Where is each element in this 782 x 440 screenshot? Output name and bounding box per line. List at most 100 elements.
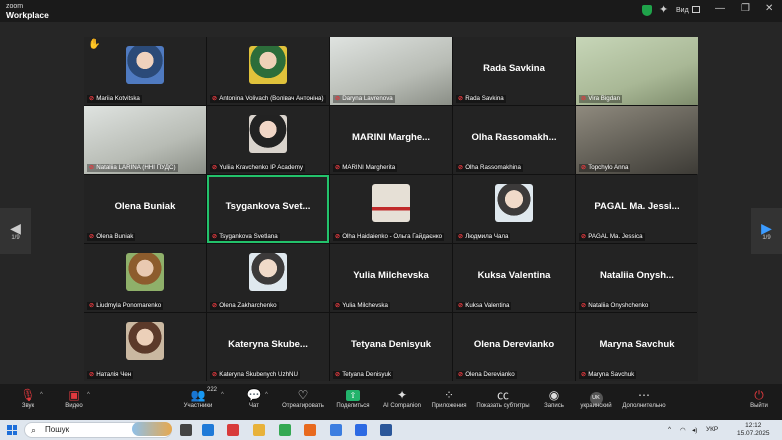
participant-tile[interactable]: ⊘ Daryna Lavrenova — [330, 37, 452, 105]
chat-button[interactable]: 💬 Чат — [245, 388, 263, 409]
participant-tile[interactable]: Maryna Savchuk ⊘ Maryna Savchuk — [576, 313, 698, 381]
word-app-icon[interactable] — [380, 424, 392, 436]
participant-tile[interactable]: ⊘ Людмила Чала — [453, 175, 575, 243]
chat-caret[interactable]: ^ — [265, 392, 268, 398]
ai-sparkle-icon[interactable]: ✦ — [659, 3, 668, 16]
captions-button[interactable]: ㏄ Показать субтитры — [474, 388, 532, 409]
next-page-button[interactable]: ▶ 1/9 — [751, 208, 782, 254]
audio-button[interactable]: 🎙 Звук — [16, 388, 40, 409]
windows-start-icon[interactable] — [7, 425, 17, 435]
participant-tile[interactable]: ⊘ Наталія Чен — [84, 313, 206, 381]
participant-tile[interactable]: PAGAL Ma. Jessi... ⊘ PAGAL Ma. Jessica — [576, 175, 698, 243]
participant-tile[interactable]: Olena Derevianko ⊘ Olena Derevianko — [453, 313, 575, 381]
muted-mic-icon: ⊘ — [458, 233, 464, 240]
ai-companion-button[interactable]: ✦ AI Companion — [380, 388, 424, 409]
react-button[interactable]: ♡ Отреагировать — [280, 388, 326, 409]
participant-tile[interactable]: MARINI Marghe... ⊘ MARINI Margherita — [330, 106, 452, 174]
muted-mic-icon: ⊘ — [581, 233, 587, 240]
participant-tile[interactable]: Olha Rassomakh... ⊘ Olha Rassomakhina — [453, 106, 575, 174]
participant-name: PAGAL Ma. Jessica — [588, 233, 643, 240]
language-button[interactable]: UK украинский — [575, 388, 617, 409]
apps-button[interactable]: ⁘ Приложения — [429, 388, 469, 409]
participant-display-name: Tetyana Denisyuk — [350, 339, 432, 350]
more-button[interactable]: ⋯ Дополнительно — [619, 388, 669, 409]
previous-page-button[interactable]: ◀ 1/9 — [0, 208, 31, 254]
participant-tile[interactable]: Nataliia Onysh... ⊘ Nataliia Onyshchenko — [576, 244, 698, 312]
participant-name: Antonina Volivach (Волівач Антоніна) — [219, 95, 324, 102]
participant-name-tag: ⊘ Kuksa Valentina — [456, 302, 512, 310]
participant-tile[interactable]: Kateryna Skube... ⊘ Kateryna Skubenych Uzh… — [207, 313, 329, 381]
participant-name-tag: ⊘ Tetyana Denisyuk — [333, 371, 394, 379]
participant-tile[interactable]: ⊘ Olena Zakharchenko — [207, 244, 329, 312]
participant-display-name: Kateryna Skube... — [228, 339, 308, 350]
leave-button[interactable]: ⏻ Выйти — [745, 388, 773, 409]
participant-name: Topchylo Anna — [588, 164, 629, 171]
muted-mic-icon: ⊘ — [458, 164, 464, 171]
participant-tile[interactable]: Tsygankova Svet... ⊘ Tsygankova Svetlana — [207, 175, 329, 243]
participant-display-name: Tsygankova Svet... — [225, 201, 311, 212]
participant-name: Наталія Чен — [96, 371, 132, 378]
close-button[interactable]: ✕ — [765, 3, 773, 14]
share-arrow-icon: ⇧ — [346, 390, 360, 401]
participant-tile[interactable]: ⊘ Yuliia Kravchenko IP Academy — [207, 106, 329, 174]
view-button[interactable]: Вид — [676, 6, 700, 14]
video-button[interactable]: ▣ Видео — [62, 388, 86, 409]
participant-tile[interactable]: ⊘ Nataliia LARINA (ННІ ПУДС) — [84, 106, 206, 174]
participant-tile[interactable]: ⊘ Topchylo Anna — [576, 106, 698, 174]
antivirus-icon[interactable] — [227, 424, 239, 436]
participant-name: Nataliia Onyshchenko — [588, 302, 649, 309]
participant-tile[interactable]: ⊘ Antonina Volivach (Волівач Антоніна) — [207, 37, 329, 105]
muted-mic-icon: ⊘ — [335, 164, 341, 171]
participant-name-tag: ⊘ Людмила Чала — [456, 233, 511, 241]
zoom-logo: zoom Workplace — [6, 3, 49, 20]
participant-tile[interactable]: Yulia Milchevska ⊘ Yulia Milchevska — [330, 244, 452, 312]
share-button[interactable]: ⇧ Поделиться — [334, 388, 372, 409]
participant-tile[interactable]: Kuksa Valentina ⊘ Kuksa Valentina — [453, 244, 575, 312]
zoom-workplace-icon[interactable] — [355, 424, 367, 436]
participants-caret[interactable]: ^ — [221, 392, 224, 398]
firefox-browser-icon[interactable] — [304, 424, 316, 436]
muted-mic-icon: ⊘ — [335, 302, 341, 309]
participant-name-tag: ⊘ Olha Haidaienko - Ольга Гайдаєнко — [333, 233, 445, 241]
participant-name-tag: ⊘ Olena Zakharchenko — [210, 302, 279, 310]
participant-name-tag: ⊘ Kateryna Skubenych UzhNU — [210, 371, 300, 379]
encryption-shield-icon[interactable] — [642, 5, 652, 16]
audio-options-caret[interactable]: ^ — [40, 392, 43, 398]
file-explorer-icon[interactable] — [253, 424, 265, 436]
task-view-icon[interactable] — [180, 424, 192, 436]
participant-tile[interactable]: Rada Savkina ⊘ Rada Savkina — [453, 37, 575, 105]
participant-tile[interactable]: ⊘ Liudmyla Ponomarenko — [84, 244, 206, 312]
participant-name: Kuksa Valentina — [465, 302, 510, 309]
participant-name: Vira Bigdan — [588, 95, 621, 102]
participant-name-tag: ⊘ Vira Bigdan — [579, 95, 623, 103]
video-options-caret[interactable]: ^ — [87, 392, 90, 398]
participant-name: Mariia Kotvitska — [96, 95, 140, 102]
chrome-browser-icon[interactable] — [279, 424, 291, 436]
more-dots-icon: ⋯ — [638, 388, 650, 402]
gallery-view: ✋ ⊘ Mariia Kotvitska ⊘ Antonina Volivach (Во… — [84, 37, 698, 381]
network-icon[interactable]: ◠ — [680, 426, 686, 434]
participant-name: Rada Savkina — [465, 95, 504, 102]
participant-tile[interactable]: ✋ ⊘ Mariia Kotvitska — [84, 37, 206, 105]
keyboard-language[interactable]: УКР — [706, 426, 718, 433]
maximize-button[interactable]: ❐ — [741, 3, 750, 14]
minimize-button[interactable]: — — [715, 3, 725, 14]
zoom-app-icon[interactable] — [330, 424, 342, 436]
apps-icon: ⁘ — [443, 388, 455, 402]
participant-tile[interactable]: ⊘ Olha Haidaienko - Ольга Гайдаєнко — [330, 175, 452, 243]
participant-tile[interactable]: Tetyana Denisyuk ⊘ Tetyana Denisyuk — [330, 313, 452, 381]
volume-icon[interactable]: ◂) — [692, 426, 697, 434]
record-button[interactable]: ◉ Запись — [540, 388, 568, 409]
participant-avatar — [249, 46, 287, 84]
participant-display-name: Maryna Savchuk — [599, 339, 675, 350]
participant-display-name: Yulia Milchevska — [353, 270, 429, 281]
tray-up-arrow-icon[interactable]: ^ — [668, 426, 671, 433]
participant-tile[interactable]: ⊘ Vira Bigdan — [576, 37, 698, 105]
participant-name-tag: ⊘ MARINI Margherita — [333, 164, 398, 172]
participant-name: Daryna Lavrenova — [342, 95, 393, 102]
participant-tile[interactable]: Olena Buniak ⊘ Olena Buniak — [84, 175, 206, 243]
edge-browser-icon[interactable] — [202, 424, 214, 436]
participant-name-tag: ⊘ Olha Rassomakhina — [456, 164, 523, 172]
system-clock[interactable]: 12:12 15.07.2025 — [737, 422, 770, 438]
muted-mic-icon: ⊘ — [212, 95, 218, 102]
